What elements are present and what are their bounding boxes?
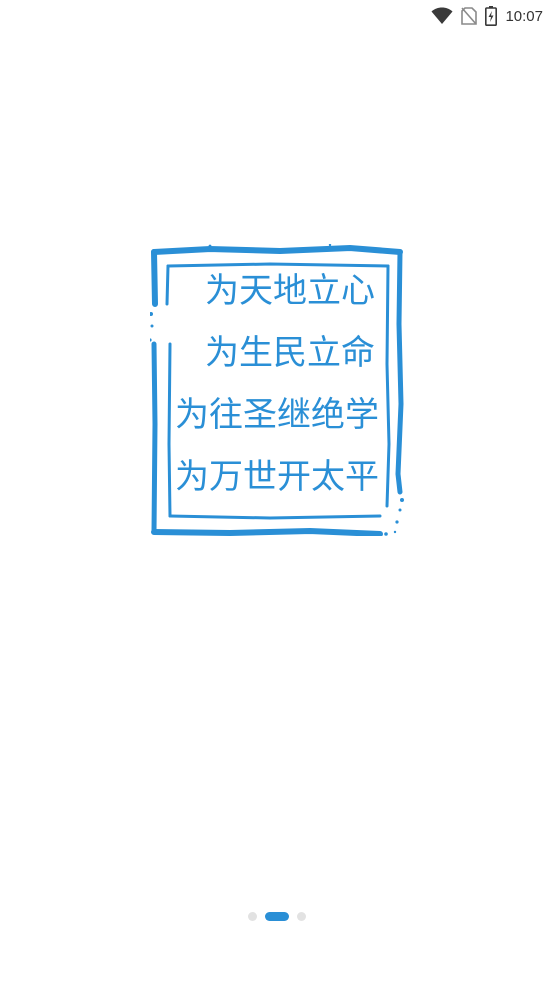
- stamp-line-2: 为生民立命: [205, 333, 375, 373]
- splash-screen: 10:07 为天地立心 为生民立命 为往圣继绝学 为万世开太平: [0, 0, 553, 983]
- wifi-icon: [431, 7, 453, 25]
- status-time: 10:07: [505, 7, 543, 25]
- stamp-text-lines: 为天地立心 为生民立命 为往圣继绝学 为万世开太平: [150, 260, 404, 508]
- page-dot[interactable]: [296, 912, 306, 921]
- stamp-line-3: 为往圣继绝学: [175, 395, 379, 435]
- status-bar: 10:07: [0, 0, 553, 32]
- page-dot[interactable]: [247, 912, 257, 921]
- page-indicator: [0, 912, 553, 921]
- page-dot-active[interactable]: [264, 912, 289, 921]
- stamp-line-4: 为万世开太平: [175, 457, 379, 497]
- calligraphy-stamp: 为天地立心 为生民立命 为往圣继绝学 为万世开太平: [150, 244, 404, 536]
- no-sim-icon: [461, 7, 478, 25]
- stamp-line-1: 为天地立心: [205, 271, 375, 311]
- battery-charging-icon: [485, 6, 498, 26]
